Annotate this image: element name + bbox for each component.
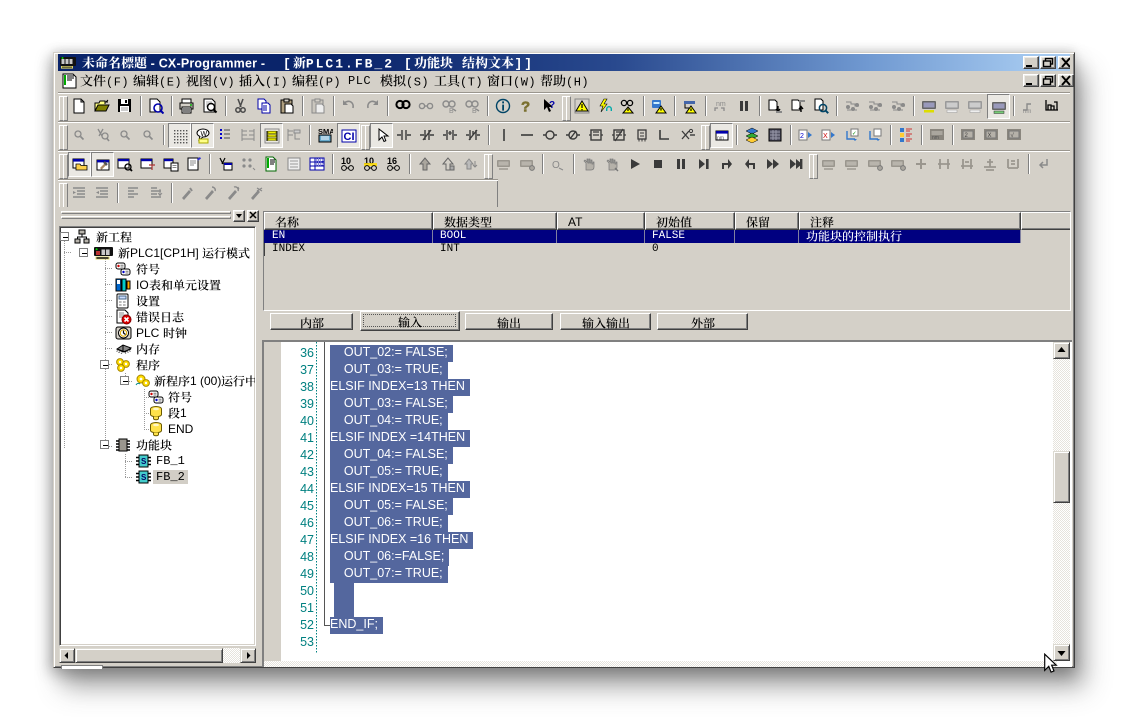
svg-text:?: ? [549, 100, 555, 111]
svg-text:S: S [141, 457, 147, 466]
svg-text:O: O [552, 160, 560, 171]
svg-text:✓: ✓ [852, 131, 857, 137]
svg-text:X: X [988, 133, 992, 139]
svg-text:nm: nm [1023, 109, 1031, 114]
svg-text:nm: nm [932, 135, 939, 141]
svg-text:nm: nm [717, 136, 724, 142]
svg-text:S: S [141, 473, 147, 482]
svg-text:?: ? [521, 99, 530, 115]
svg-text:X: X [823, 133, 828, 140]
svg-text:002: 002 [316, 162, 324, 167]
svg-text:2: 2 [800, 133, 804, 140]
svg-text:nm: nm [716, 101, 726, 108]
svg-text:10: 10 [341, 156, 351, 166]
svg-text:B: B [472, 108, 477, 114]
svg-text:W: W [201, 131, 208, 138]
svg-text:16: 16 [387, 156, 397, 166]
svg-text:CI: CI [344, 131, 355, 143]
svg-text:B: B [449, 108, 454, 114]
